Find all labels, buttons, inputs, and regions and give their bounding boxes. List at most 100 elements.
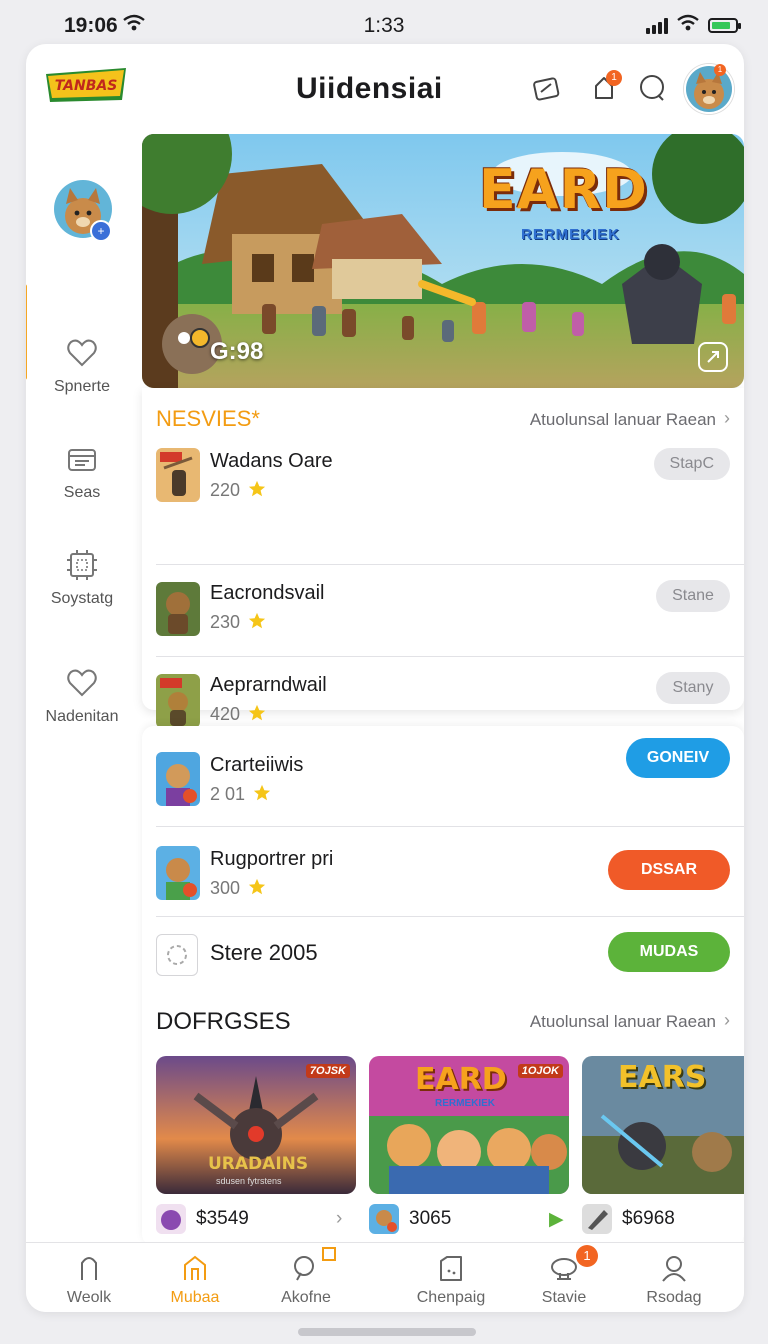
list-item[interactable]: Crarteiiwis 2 01 GONEIV [156, 738, 730, 808]
action-button[interactable]: GONEIV [626, 738, 730, 778]
sidebar-item-label: Seas [63, 484, 101, 501]
app-logo[interactable]: TANBAS [44, 66, 128, 104]
dofrgses-see-all-link[interactable]: Atuolunsal lanuar Raean [530, 1012, 716, 1032]
add-profile-icon[interactable]: + [90, 220, 112, 242]
chevron-right-icon[interactable]: › [724, 1010, 730, 1031]
ticket-icon[interactable] [530, 72, 562, 104]
tab-stavie[interactable]: 1 Stavie [514, 1245, 614, 1307]
item-count: 220 [210, 480, 266, 501]
list-item[interactable]: Aeprarndwail 420 Stany [156, 672, 730, 734]
item-count-value: 420 [210, 704, 241, 724]
item-count-value: 220 [210, 480, 241, 500]
heart-icon [65, 666, 99, 700]
star-icon [248, 704, 266, 721]
chip-icon [65, 548, 99, 582]
dofrgses-header: DOFRGSES Atuolunsal lanuar Raean › [156, 1008, 730, 1038]
news-header: NESVIES* Atuolunsal lanuar Raean › [156, 406, 730, 436]
sidebar-item-nadenitan[interactable]: Nadenitan [26, 666, 138, 726]
home-indicator[interactable] [298, 1328, 476, 1336]
wifi-icon [676, 14, 700, 37]
tab-chenpaig[interactable]: Chenpaig [401, 1253, 501, 1307]
tile-price: 3065 [409, 1208, 452, 1229]
status-bar: 19:06 1:33 [0, 0, 768, 46]
action-button[interactable]: DSSAR [608, 850, 730, 890]
tab-label: Rsodag [646, 1289, 702, 1306]
divider [156, 656, 744, 657]
sidebar-item-spnerte[interactable]: Spnerte [26, 336, 138, 396]
sidebar-item-soystatg[interactable]: Soystatg [26, 548, 138, 608]
game-card[interactable]: 1OJOK EARD RERMEKIEK [369, 1056, 569, 1194]
battery-level [712, 22, 730, 29]
battery-icon [708, 18, 741, 33]
item-count-value: 230 [210, 612, 241, 632]
item-action-button[interactable]: Stane [656, 580, 730, 612]
expand-icon[interactable] [698, 342, 728, 372]
bell-icon[interactable]: 1 [588, 70, 622, 104]
tab-bar: Weolk Mubaa Akofne Chenpaig 1 Stavie Rso… [26, 1242, 744, 1312]
divider [156, 826, 744, 827]
home-icon [180, 1253, 210, 1283]
divider [156, 916, 744, 917]
chat-icon[interactable] [636, 72, 668, 104]
chevron-right-icon[interactable]: › [336, 1208, 342, 1230]
tab-weolk[interactable]: Weolk [39, 1253, 139, 1307]
item-title: Aeprarndwail [210, 674, 327, 696]
tab-label: Mubaa [170, 1289, 220, 1306]
avatar-badge: 1 [714, 64, 726, 76]
tab-badge: 1 [576, 1245, 598, 1267]
list-item[interactable]: Stere 2005 MUDAS [156, 932, 730, 980]
item-count: 420 [210, 704, 266, 725]
hero-banner[interactable]: EARD RERMEKIEK G:98 [142, 134, 744, 388]
notification-badge: 1 [606, 70, 622, 86]
item-action-button[interactable]: StapC [653, 448, 730, 480]
tab-mubaa[interactable]: Mubaa [145, 1253, 245, 1307]
list-item[interactable]: Rugportrer pri 300 DSSAR [156, 846, 730, 902]
tab-rsodag[interactable]: Rsodag [624, 1253, 724, 1307]
news-panel: NESVIES* Atuolunsal lanuar Raean › Wadan… [142, 388, 744, 728]
list-item[interactable]: Eacrondsvail 230 Stane [156, 580, 730, 642]
search-icon [291, 1253, 321, 1283]
tab-akofne[interactable]: Akofne [256, 1247, 356, 1307]
tile-tag: 7OJSK [305, 1064, 350, 1078]
game-card[interactable]: 7OJSK URADAINS sdusen fytrstens [156, 1056, 356, 1194]
item-title: Rugportrer pri [210, 848, 334, 870]
tab-label: Akofne [281, 1289, 331, 1306]
item-action-button[interactable]: Stany [656, 672, 730, 704]
hero-title: EARD [478, 158, 648, 221]
game-thumbnail [156, 582, 200, 636]
news-title: NESVIES* [156, 406, 260, 431]
game-carousel: 7OJSK URADAINS sdusen fytrstens 1OJOK EA… [156, 1056, 744, 1256]
tab-label: Chenpaig [416, 1289, 486, 1306]
play-icon[interactable]: ▶ [549, 1208, 564, 1231]
app-window: TANBAS Uiidensiai 1 1 + Spnerte Seas Soy… [26, 44, 744, 1312]
game-avatar-icon [582, 1204, 612, 1234]
list-item[interactable]: Wadans Oare 220 StapC [156, 448, 730, 518]
sidebar-item-seas[interactable]: Seas [26, 442, 138, 502]
chevron-right-icon[interactable]: › [724, 408, 730, 429]
item-count: 300 [210, 878, 266, 899]
dofrgses-title: DOFRGSES [156, 1008, 291, 1035]
signal-icon [646, 17, 668, 34]
sidebar-item-label: Soystatg [50, 590, 114, 607]
star-icon [253, 784, 271, 801]
tab-label: Weolk [66, 1289, 112, 1306]
game-thumbnail [156, 448, 200, 502]
item-count: 2 01 [210, 784, 271, 805]
avatar-thumbnail [156, 846, 200, 900]
star-icon [248, 480, 266, 497]
star-icon [248, 878, 266, 895]
news-see-all-link[interactable]: Atuolunsal lanuar Raean [530, 410, 716, 430]
tile-tag: 1OJOK [517, 1064, 563, 1078]
game-icon [549, 1253, 579, 1283]
tile-title: EARD [415, 1062, 507, 1097]
tile-price: $3549 [196, 1208, 249, 1229]
avatar-thumbnail [156, 752, 200, 806]
sidebar-item-label: Spnerte [53, 378, 111, 395]
inbox-icon [65, 442, 99, 476]
game-card[interactable]: EARS [582, 1056, 744, 1194]
svg-text:TANBAS: TANBAS [55, 78, 118, 94]
action-button[interactable]: MUDAS [608, 932, 730, 972]
heart-icon [65, 336, 99, 370]
user-avatar[interactable] [684, 64, 734, 114]
game-thumbnail [156, 674, 200, 728]
